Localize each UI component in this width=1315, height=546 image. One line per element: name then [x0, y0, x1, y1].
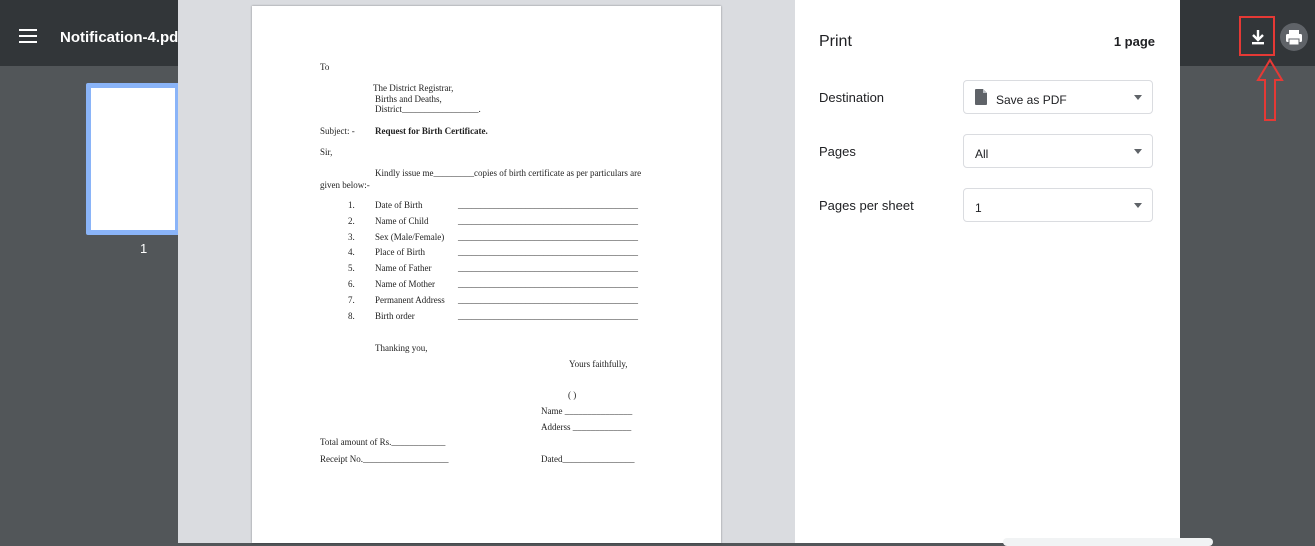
letter-field-label: Name of Father [375, 263, 432, 274]
letter-field-label: Permanent Address [375, 294, 445, 305]
letter-field-blank: ________________________________________ [458, 310, 638, 321]
letter-field-label: Sex (Male/Female) [375, 231, 445, 242]
bottom-bar [1003, 538, 1213, 546]
print-preview-area: To The District Registrar, Births and De… [178, 0, 795, 543]
pages-per-sheet-select[interactable]: 1 [963, 188, 1153, 222]
letter-addressee-line: District_________________. [375, 104, 481, 114]
letter-field-blank: ________________________________________ [458, 263, 638, 274]
letter-dated: Dated________________ [541, 454, 635, 464]
letter-field-blank: ________________________________________ [458, 200, 638, 210]
pages-select[interactable]: All [963, 134, 1153, 168]
letter-to: To [320, 62, 330, 72]
letter-field-number: 5. [348, 263, 355, 274]
letter-total-amount: Total amount of Rs.____________ [320, 437, 446, 447]
letter-subject: Request for Birth Certificate. [375, 126, 488, 136]
print-preview-page: To The District Registrar, Births and De… [252, 6, 721, 543]
download-highlight-box [1239, 16, 1275, 56]
pages-value: All [975, 147, 989, 161]
letter-field-label: Name of Child [375, 215, 429, 226]
file-icon [975, 89, 987, 105]
chevron-down-icon [1134, 203, 1142, 208]
letter-addressee-line: The District Registrar, [373, 83, 454, 93]
print-button[interactable] [1280, 23, 1308, 51]
page-count: 1 page [1113, 34, 1155, 49]
pages-per-sheet-label: Pages per sheet [819, 198, 914, 213]
letter-field-number: 3. [348, 231, 355, 242]
letter-field-number: 8. [348, 310, 355, 321]
page-thumbnail[interactable] [86, 83, 180, 235]
letter-field-label: Date of Birth [375, 200, 423, 210]
letter-salutation: Sir, [320, 147, 333, 157]
letter-name-line: Name _______________ [541, 406, 633, 416]
letter-field-blank: ________________________________________ [458, 247, 638, 258]
letter-addressee-line: Births and Deaths, [375, 94, 442, 104]
letter-field-label: Place of Birth [375, 247, 425, 258]
letter-field-blank: ________________________________________ [458, 231, 638, 242]
thumbnail-page-number: 1 [140, 241, 148, 256]
letter-field-blank: ________________________________________ [458, 215, 638, 226]
letter-body: given below:- [320, 180, 370, 190]
letter-closing: Yours faithfully, [569, 359, 628, 369]
letter-signature: ( ) [568, 390, 577, 400]
letter-address-line: Adderss _____________ [541, 422, 632, 432]
letter-field-number: 2. [348, 215, 355, 226]
print-icon [1286, 30, 1302, 46]
destination-value: Save as PDF [996, 93, 1067, 107]
print-title: Print [819, 33, 852, 50]
letter-body: Kindly issue me_________copies of birth … [375, 168, 642, 178]
letter-receipt: Receipt No.___________________ [320, 454, 449, 464]
destination-select[interactable]: Save as PDF [963, 80, 1153, 114]
pages-per-sheet-value: 1 [975, 201, 982, 215]
letter-field-number: 7. [348, 294, 355, 305]
letter-field-label: Name of Mother [375, 279, 435, 289]
pages-label: Pages [819, 144, 856, 159]
annotation-up-arrow [1256, 58, 1284, 121]
letter-field-number: 4. [348, 247, 355, 258]
document-title: Notification-4.pdf [60, 29, 184, 46]
letter-field-label: Birth order [375, 310, 415, 321]
hamburger-menu-icon[interactable] [19, 29, 37, 43]
letter-subject-label: Subject: - [320, 126, 355, 136]
chevron-down-icon [1134, 95, 1142, 100]
print-dialog: To The District Registrar, Births and De… [178, 0, 1180, 543]
letter-field-number: 6. [348, 279, 355, 289]
letter-field-blank: ________________________________________ [458, 279, 638, 289]
letter-thanking: Thanking you, [375, 343, 428, 353]
letter-field-blank: ________________________________________ [458, 294, 638, 305]
destination-label: Destination [819, 90, 885, 105]
letter-field-number: 1. [348, 200, 355, 210]
print-settings-panel: Print 1 page Destination Save as PDF Pag… [795, 0, 1180, 543]
chevron-down-icon [1134, 149, 1142, 154]
